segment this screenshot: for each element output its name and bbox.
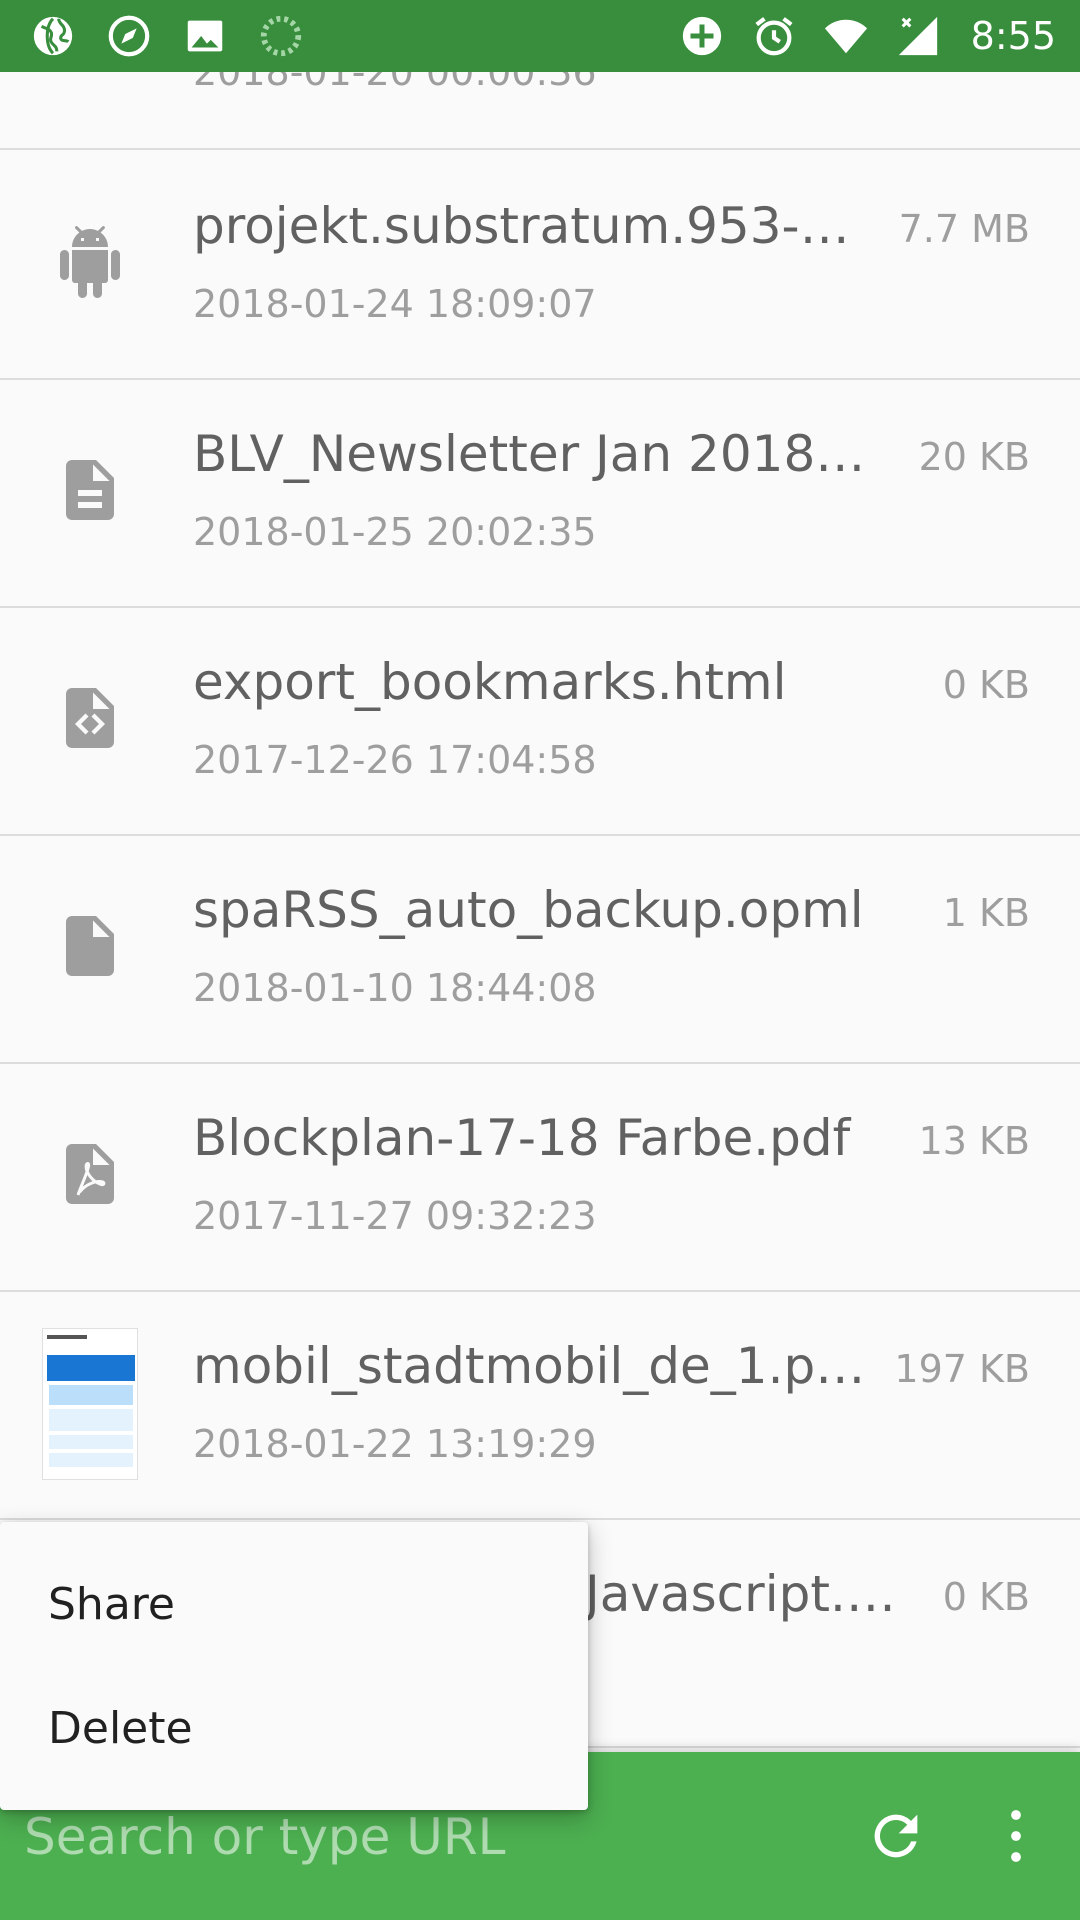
file-size: 0 KB [942,1575,1030,1619]
file-date: 2018-01-20 00:00:36 [193,72,597,94]
file-name: BLV_Newsletter Jan 2018.d… [193,425,873,483]
file-size: 1 KB [942,891,1030,935]
more-vert-icon [1011,1810,1021,1862]
search-input[interactable] [24,1802,764,1872]
file-date: 2017-11-27 09:32:23 [193,1194,597,1238]
list-item[interactable]: export_bookmarks.html 0 KB 2017-12-26 17… [0,608,1080,836]
file-name: Javascript.txt [585,1565,905,1623]
list-item[interactable]: spaRSS_auto_backup.opml 1 KB 2018-01-10 … [0,836,1080,1064]
file-list[interactable]: 2018-01-20 00:00:36 projekt.substratum.9… [0,72,1080,1752]
clock: 8:55 [970,14,1056,58]
image-thumbnail [42,1328,138,1480]
file-size: 20 KB [918,435,1030,479]
list-item[interactable]: mobil_stadtmobil_de_1.png 197 KB 2018-01… [0,1292,1080,1520]
compass-icon [106,13,152,59]
file-date: 2018-01-25 20:02:35 [193,510,597,554]
more-options-button[interactable] [996,1798,1036,1874]
file-date: 2018-01-24 18:09:07 [193,282,597,326]
refresh-button[interactable] [858,1798,934,1874]
file-name: Blockplan-17-18 Farbe.pdf [193,1109,851,1167]
file-name: export_bookmarks.html [193,653,787,711]
image-icon [182,13,228,59]
document-icon [50,450,130,530]
file-size: 197 KB [894,1347,1030,1391]
status-bar: 8:55 [0,0,1080,72]
menu-item-share[interactable]: Share [0,1542,588,1666]
status-left-icons [30,13,304,59]
file-name: spaRSS_auto_backup.opml [193,881,864,939]
list-item[interactable]: Blockplan-17-18 Farbe.pdf 13 KB 2017-11-… [0,1064,1080,1292]
file-name: projekt.substratum.953-1.a… [193,197,873,255]
wifi-icon [823,13,869,59]
menu-item-delete[interactable]: Delete [0,1666,588,1790]
context-menu: Share Delete [0,1522,588,1810]
file-size: 0 KB [942,663,1030,707]
signal-icon [895,13,941,59]
alarm-icon [751,13,797,59]
list-item[interactable]: projekt.substratum.953-1.a… 7.7 MB 2018-… [0,152,1080,380]
file-date: 2017-12-26 17:04:58 [193,738,597,782]
loading-icon [258,13,304,59]
add-circle-icon [679,13,725,59]
file-size: 13 KB [918,1119,1030,1163]
globe-icon [30,13,76,59]
status-right-icons: 8:55 [679,13,1056,59]
list-item[interactable]: 2018-01-20 00:00:36 [0,72,1080,150]
file-date: 2018-01-22 13:19:29 [193,1422,597,1466]
refresh-icon [874,1814,918,1858]
file-size: 7.7 MB [898,207,1030,251]
file-date: 2018-01-10 18:44:08 [193,966,597,1010]
file-icon [50,906,130,986]
list-item[interactable]: BLV_Newsletter Jan 2018.d… 20 KB 2018-01… [0,380,1080,608]
file-name: mobil_stadtmobil_de_1.png [193,1337,873,1395]
android-icon [50,222,130,302]
code-file-icon [50,678,130,758]
pdf-icon [50,1134,130,1214]
